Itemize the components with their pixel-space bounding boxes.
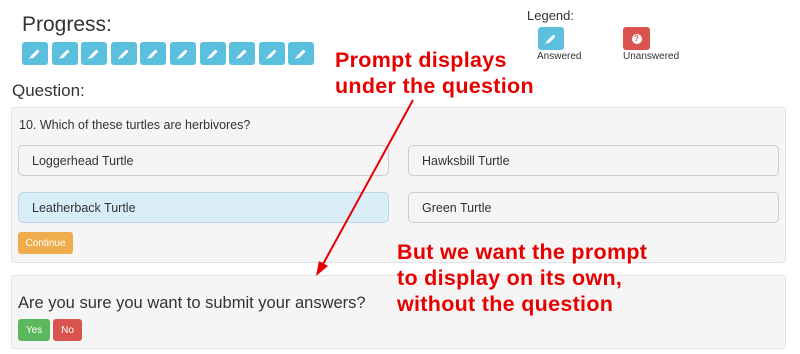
progress-question-button[interactable] bbox=[169, 42, 196, 65]
progress-question-button[interactable] bbox=[288, 42, 315, 65]
answer-option[interactable]: Hawksbill Turtle bbox=[408, 145, 779, 176]
progress-question-button[interactable] bbox=[110, 42, 137, 65]
legend-unanswered-label: Unanswered bbox=[623, 51, 680, 62]
no-button[interactable]: No bbox=[53, 319, 82, 341]
progress-buttons bbox=[22, 42, 315, 65]
legend-answered-label: Answered bbox=[537, 51, 582, 62]
progress-question-button[interactable] bbox=[81, 42, 108, 65]
pencil-icon bbox=[237, 48, 247, 59]
pencil-icon bbox=[207, 48, 218, 59]
question-text: 10. Which of these turtles are herbivore… bbox=[19, 118, 251, 132]
answer-option-selected[interactable]: Leatherback Turtle bbox=[18, 192, 389, 223]
legend-unanswered-swatch: ? bbox=[623, 27, 650, 50]
pencil-icon bbox=[267, 48, 277, 59]
progress-question-button[interactable] bbox=[22, 42, 48, 65]
progress-question-button[interactable] bbox=[140, 42, 167, 65]
progress-question-button[interactable] bbox=[258, 42, 285, 65]
pencil-icon bbox=[296, 48, 306, 59]
progress-question-button[interactable] bbox=[51, 42, 78, 65]
answer-option[interactable]: Loggerhead Turtle bbox=[18, 145, 389, 176]
pencil-icon bbox=[546, 33, 556, 44]
legend-answered-swatch bbox=[538, 27, 564, 50]
continue-button[interactable]: Continue bbox=[18, 232, 73, 254]
pencil-icon bbox=[178, 48, 188, 59]
yes-button[interactable]: Yes bbox=[18, 319, 50, 341]
pencil-icon bbox=[30, 48, 40, 59]
annotation-top: Prompt displays under the question bbox=[335, 48, 534, 98]
progress-question-button[interactable] bbox=[229, 42, 256, 65]
pencil-icon bbox=[119, 48, 129, 59]
answer-option[interactable]: Green Turtle bbox=[408, 192, 779, 223]
question-circle-icon: ? bbox=[631, 33, 642, 44]
question-heading: Question: bbox=[12, 81, 85, 100]
pencil-icon bbox=[89, 48, 99, 59]
pencil-icon bbox=[59, 48, 70, 59]
legend-title: Legend: bbox=[527, 8, 574, 23]
confirm-prompt-text: Are you sure you want to submit your ans… bbox=[18, 294, 366, 312]
annotation-bottom: But we want the prompt to display on its… bbox=[397, 240, 648, 316]
progress-question-button[interactable] bbox=[199, 42, 226, 65]
progress-title: Progress: bbox=[22, 13, 112, 36]
pencil-icon bbox=[148, 48, 158, 59]
